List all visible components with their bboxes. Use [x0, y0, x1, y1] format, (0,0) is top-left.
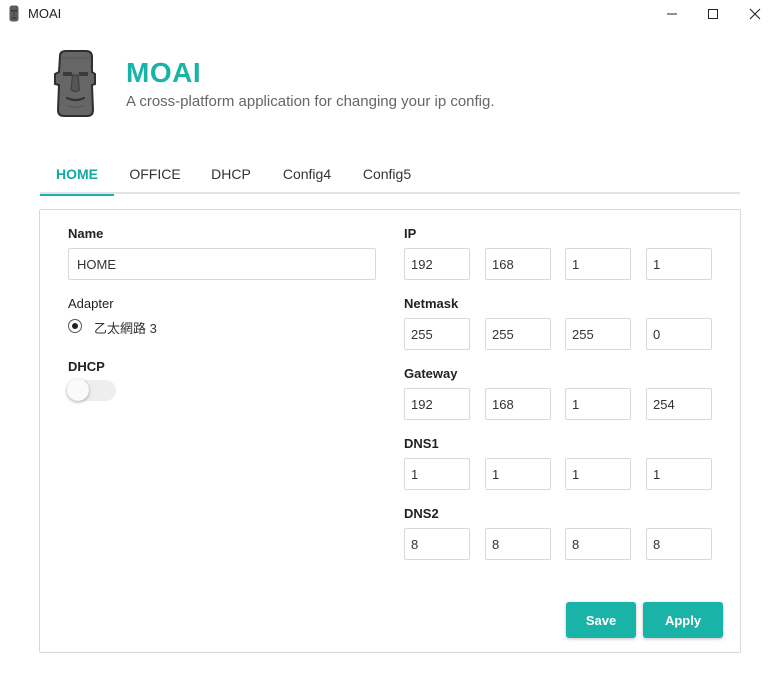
- adapter-option-label[interactable]: 乙太網路 3: [94, 318, 157, 337]
- netmask-octet-2[interactable]: [485, 318, 551, 350]
- dns1-label: DNS1: [404, 436, 439, 451]
- dns2-octet-2[interactable]: [485, 528, 551, 560]
- netmask-octet-1[interactable]: [404, 318, 470, 350]
- config-tabs: HOME OFFICE DHCP Config4 Config5: [40, 156, 740, 196]
- ip-octet-3[interactable]: [565, 248, 631, 280]
- tab-office[interactable]: OFFICE: [122, 156, 188, 194]
- dns1-octet-3[interactable]: [565, 458, 631, 490]
- tab-config4[interactable]: Config4: [274, 156, 340, 194]
- minimize-icon: [667, 13, 677, 15]
- adapter-label: Adapter: [68, 296, 114, 311]
- name-input[interactable]: [68, 248, 376, 280]
- moai-logo: [54, 50, 96, 117]
- title-bar: MOAI: [0, 0, 780, 28]
- gateway-octet-2[interactable]: [485, 388, 551, 420]
- dhcp-toggle[interactable]: [67, 379, 116, 401]
- netmask-octet-4[interactable]: [646, 318, 712, 350]
- gateway-octet-4[interactable]: [646, 388, 712, 420]
- app-description: A cross-platform application for changin…: [126, 93, 495, 110]
- maximize-button[interactable]: [693, 0, 733, 28]
- tab-home[interactable]: HOME: [40, 156, 114, 196]
- dns2-octet-1[interactable]: [404, 528, 470, 560]
- close-icon: [749, 8, 761, 20]
- app-name: MOAI: [126, 57, 202, 88]
- dns2-octet-4[interactable]: [646, 528, 712, 560]
- adapter-radio[interactable]: [68, 319, 82, 333]
- name-label: Name: [68, 226, 104, 241]
- dns2-octet-3[interactable]: [565, 528, 631, 560]
- maximize-icon: [708, 9, 718, 19]
- toggle-knob: [67, 379, 89, 401]
- tab-config5[interactable]: Config5: [354, 156, 420, 194]
- dns1-octet-4[interactable]: [646, 458, 712, 490]
- gateway-octet-3[interactable]: [565, 388, 631, 420]
- moai-icon: [9, 5, 19, 22]
- window-title: MOAI: [28, 6, 62, 21]
- minimize-button[interactable]: [652, 0, 692, 28]
- apply-button[interactable]: Apply: [643, 602, 723, 638]
- ip-octet-1[interactable]: [404, 248, 470, 280]
- gateway-octet-1[interactable]: [404, 388, 470, 420]
- gateway-label: Gateway: [404, 366, 458, 381]
- netmask-octet-3[interactable]: [565, 318, 631, 350]
- tab-dhcp[interactable]: DHCP: [202, 156, 260, 194]
- ip-octet-4[interactable]: [646, 248, 712, 280]
- save-button[interactable]: Save: [566, 602, 636, 638]
- dns1-octet-1[interactable]: [404, 458, 470, 490]
- netmask-label: Netmask: [404, 296, 459, 311]
- close-button[interactable]: [735, 0, 775, 28]
- dns2-label: DNS2: [404, 506, 439, 521]
- dns1-octet-2[interactable]: [485, 458, 551, 490]
- ip-label: IP: [404, 226, 417, 241]
- dhcp-label: DHCP: [68, 359, 105, 374]
- ip-octet-2[interactable]: [485, 248, 551, 280]
